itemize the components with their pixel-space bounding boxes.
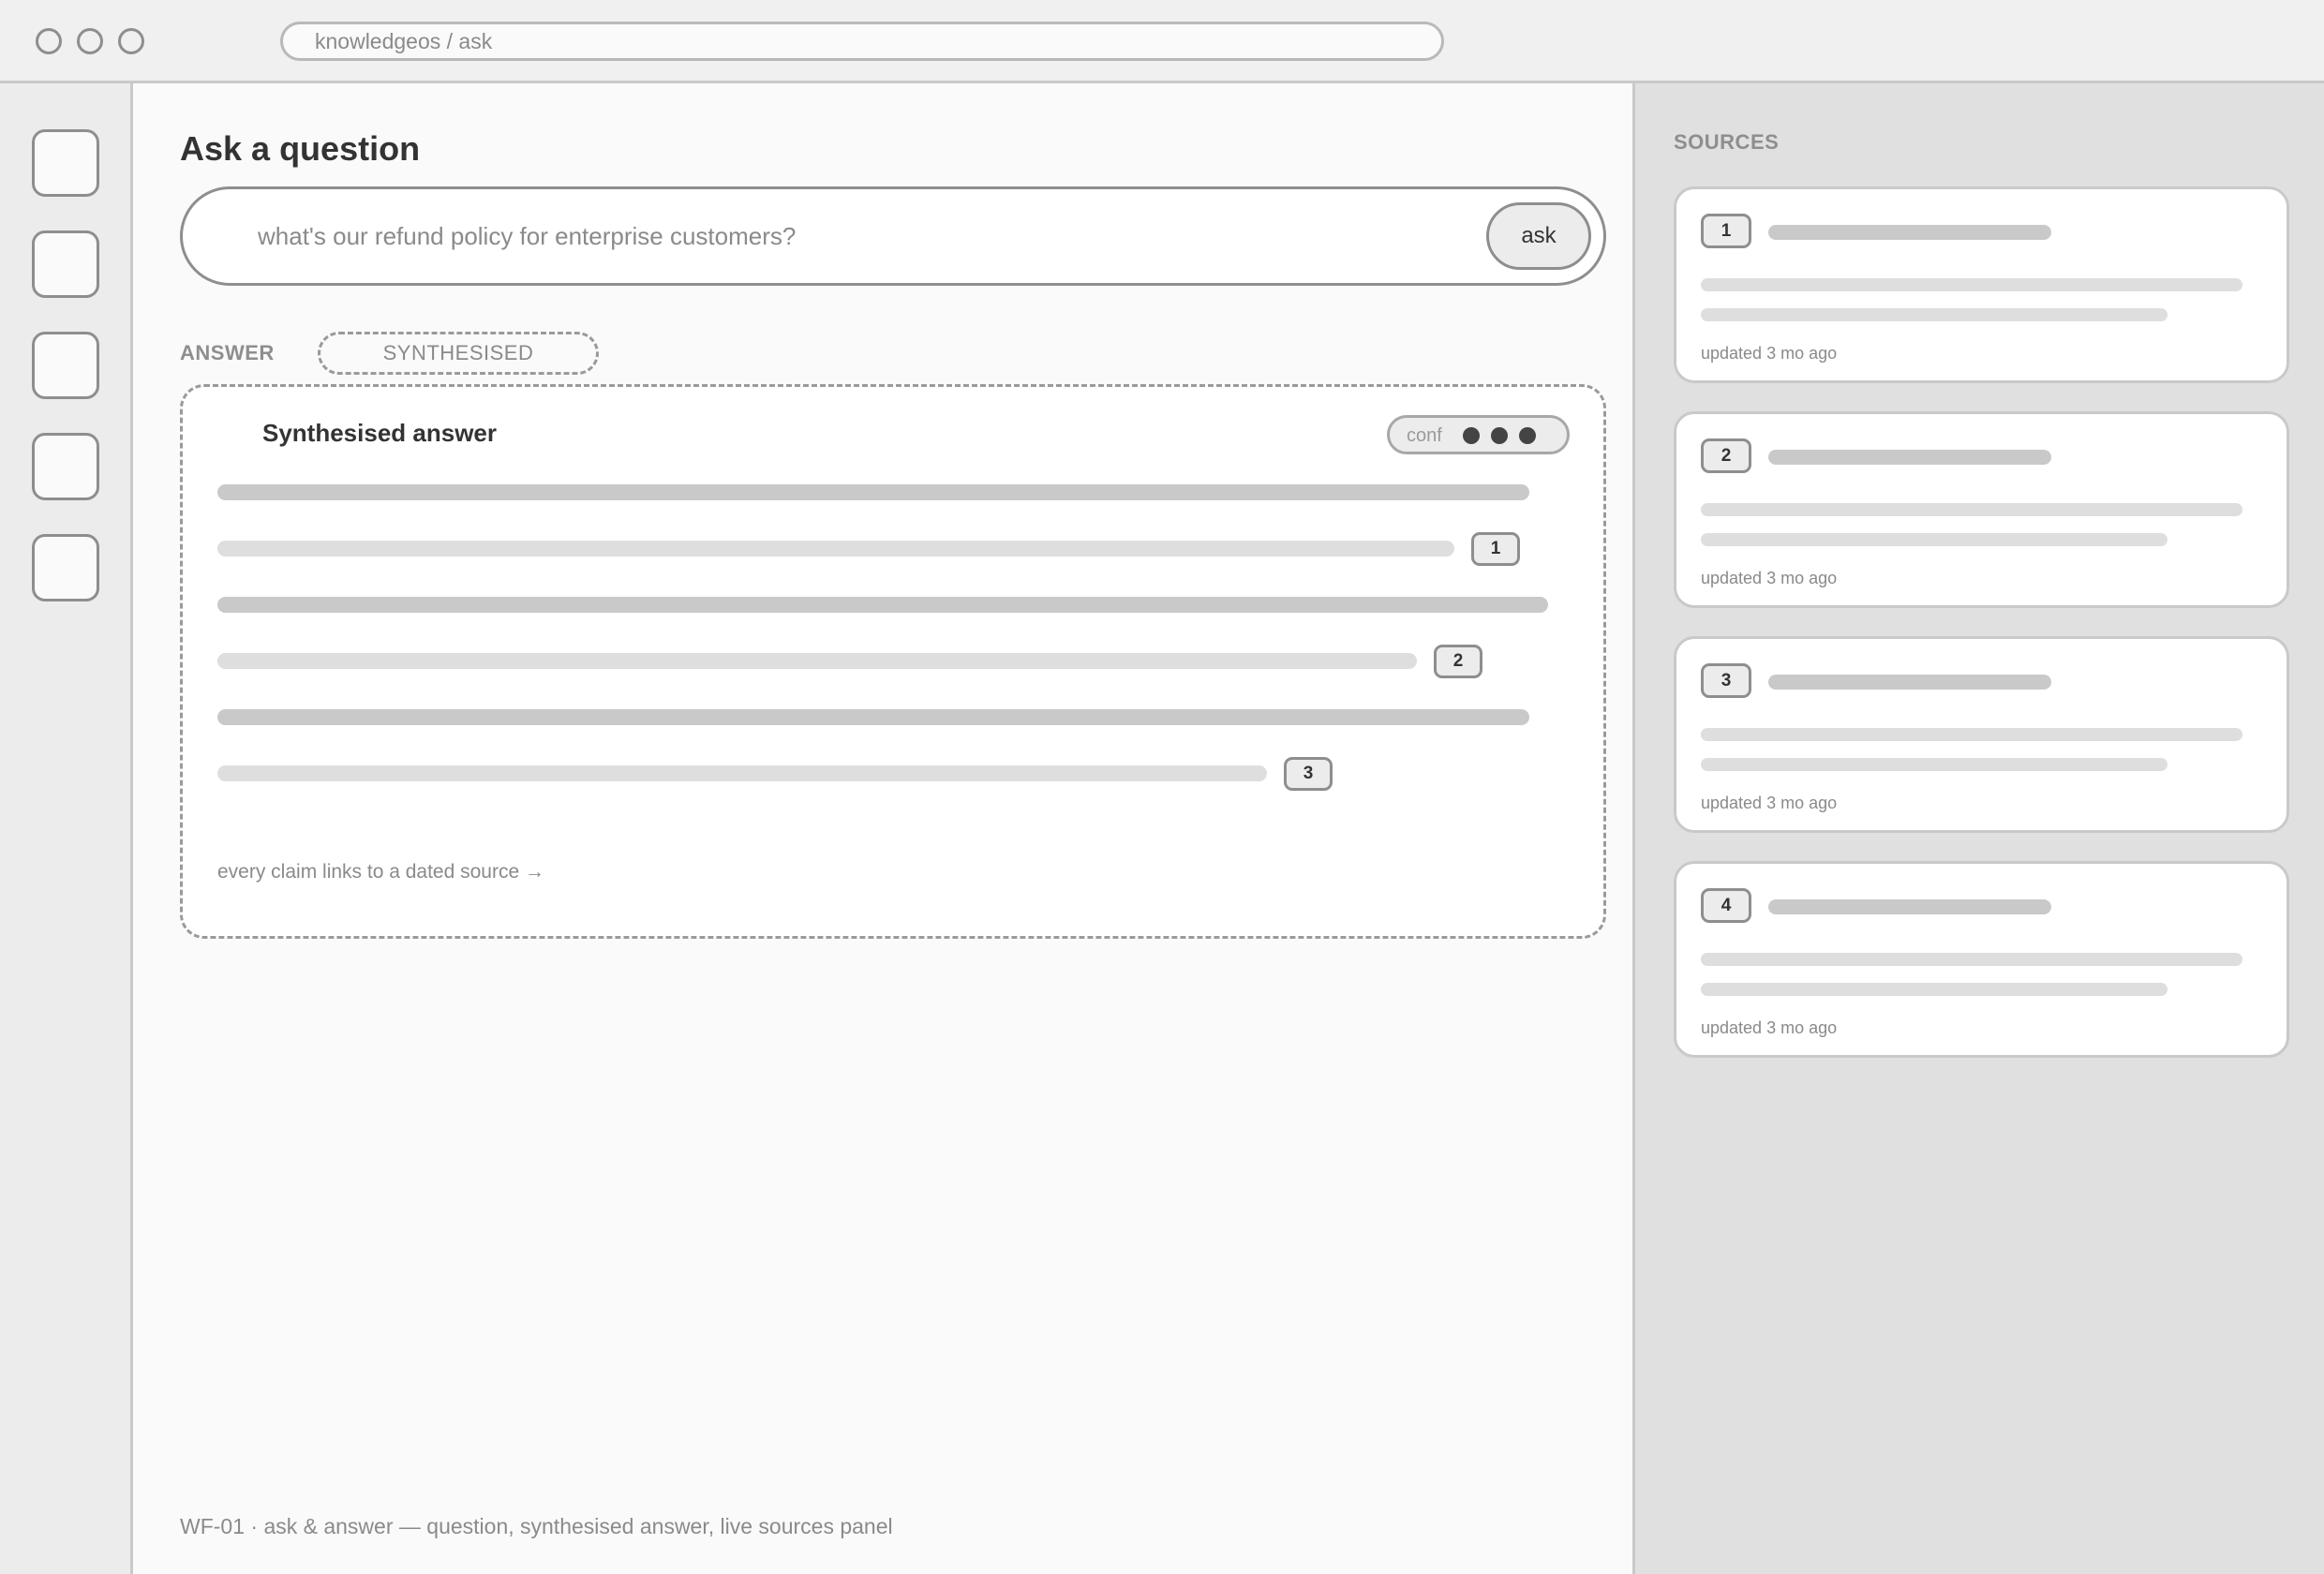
- window-minimize-dot[interactable]: [77, 28, 103, 54]
- answer-text-line: [217, 541, 1454, 557]
- citation-badge-3[interactable]: 3: [1284, 757, 1333, 791]
- rail-item-1[interactable]: [32, 129, 99, 197]
- rail-item-4[interactable]: [32, 433, 99, 500]
- source-card[interactable]: 2 updated 3 mo ago: [1674, 411, 2289, 608]
- browser-chrome: knowledgeos / ask: [0, 0, 2324, 83]
- confidence-dot: [1519, 427, 1536, 444]
- source-text-line: [1701, 758, 2168, 771]
- confidence-dot: [1463, 427, 1480, 444]
- answer-title: Synthesised answer: [262, 419, 497, 447]
- citation-badge-2[interactable]: 2: [1434, 645, 1482, 678]
- source-text-line: [1701, 728, 2242, 741]
- source-card[interactable]: 4 updated 3 mo ago: [1674, 861, 2289, 1058]
- source-title-placeholder: [1768, 675, 2051, 690]
- left-rail: [0, 83, 133, 1574]
- source-title-placeholder: [1768, 899, 2051, 914]
- source-number-badge: 3: [1701, 663, 1751, 698]
- source-updated-time: updated 3 mo ago: [1701, 569, 1838, 587]
- answer-text-line: [217, 709, 1529, 725]
- synthesised-tag: SYNTHESISED: [318, 332, 599, 375]
- answer-text-line: [217, 484, 1529, 500]
- source-text-line: [1701, 503, 2242, 516]
- source-number-badge: 4: [1701, 888, 1751, 923]
- confidence-indicator: conf: [1387, 415, 1570, 454]
- source-updated-time: updated 3 mo ago: [1701, 794, 1838, 812]
- source-updated-time: updated 3 mo ago: [1701, 344, 1838, 363]
- source-text-line: [1701, 533, 2168, 546]
- sources-panel: SOURCES 1 updated 3 mo ago 2 updated 3 m…: [1632, 83, 2324, 1574]
- rail-item-3[interactable]: [32, 332, 99, 399]
- source-number-badge: 1: [1701, 214, 1751, 248]
- ask-button[interactable]: ask: [1486, 202, 1591, 270]
- window-close-dot[interactable]: [36, 28, 62, 54]
- address-bar[interactable]: knowledgeos / ask: [280, 22, 1444, 61]
- source-card[interactable]: 1 updated 3 mo ago: [1674, 186, 2289, 383]
- source-title-placeholder: [1768, 450, 2051, 465]
- answer-footnote[interactable]: every claim links to a dated source →: [217, 861, 544, 884]
- source-text-line: [1701, 278, 2242, 291]
- source-text-line: [1701, 953, 2242, 966]
- wireframe-caption: WF-01 · ask & answer — question, synthes…: [180, 1514, 893, 1538]
- main-panel: Ask a question ask ANSWER SYNTHESISED Sy…: [133, 83, 1632, 1574]
- source-title-placeholder: [1768, 225, 2051, 240]
- source-number-badge: 2: [1701, 438, 1751, 473]
- answer-card: Synthesised answer conf 1 2 3 every clai…: [180, 384, 1606, 939]
- question-input[interactable]: [258, 214, 1382, 259]
- answer-text-line: [217, 653, 1417, 669]
- rail-item-5[interactable]: [32, 534, 99, 601]
- rail-item-2[interactable]: [32, 230, 99, 298]
- page-title: Ask a question: [180, 129, 421, 168]
- confidence-dot: [1491, 427, 1508, 444]
- source-text-line: [1701, 308, 2168, 321]
- confidence-label: conf: [1407, 425, 1442, 446]
- source-card[interactable]: 3 updated 3 mo ago: [1674, 636, 2289, 833]
- answer-section-label: ANSWER: [180, 341, 275, 364]
- sources-title: SOURCES: [1674, 130, 1780, 154]
- answer-text-line: [217, 597, 1548, 613]
- question-bar: ask: [180, 186, 1606, 286]
- source-updated-time: updated 3 mo ago: [1701, 1018, 1838, 1037]
- answer-text-line: [217, 765, 1267, 781]
- source-text-line: [1701, 983, 2168, 996]
- window-maximize-dot[interactable]: [118, 28, 144, 54]
- citation-badge-1[interactable]: 1: [1471, 532, 1520, 566]
